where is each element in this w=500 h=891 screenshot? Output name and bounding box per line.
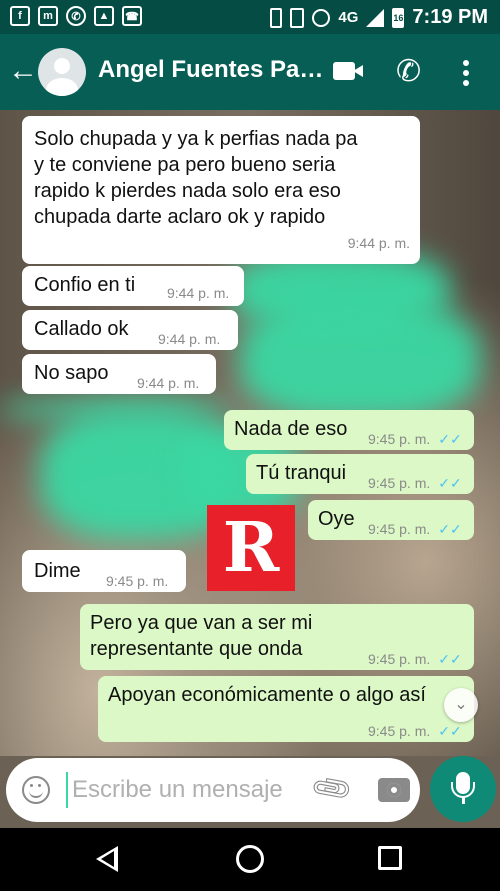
status-bar: f m ✆ ▲ ☎ 4G 16 7:19 PM [0, 0, 500, 34]
read-receipt-icon: ✓✓ [438, 521, 462, 537]
message-bubble[interactable]: Apoyan económicamente o algo así 9:45 p.… [98, 676, 474, 742]
chat-header: ← Angel Fuentes Pa… ✆ [0, 34, 500, 110]
camera-icon[interactable] [378, 778, 410, 802]
more-options-icon[interactable] [462, 60, 470, 86]
nav-home-icon[interactable] [236, 845, 264, 873]
phone-device-icon [270, 7, 283, 28]
mic-icon [451, 772, 475, 804]
network-type: 4G [338, 9, 359, 26]
message-time: 9:45 p. m. ✓✓ [368, 431, 462, 447]
messenger-icon: m [38, 6, 58, 26]
message-time: 9:44 p. m. [347, 235, 410, 251]
read-receipt-icon: ✓✓ [438, 651, 462, 667]
attach-icon[interactable]: 📎︎ [308, 765, 356, 812]
message-time: 9:45 p. m. ✓✓ [368, 521, 462, 537]
message-time: 9:45 p. m. ✓✓ [368, 723, 462, 739]
nav-recents-icon[interactable] [378, 846, 402, 870]
gallery-icon: ▲ [94, 6, 114, 26]
message-bubble[interactable]: Dime 9:45 p. m. [22, 550, 186, 592]
phone-icon: ☎ [122, 6, 142, 26]
avatar[interactable] [38, 48, 86, 96]
message-time: 9:44 p. m. [167, 285, 230, 301]
battery-icon: 16 [392, 7, 405, 28]
nav-back-icon[interactable] [96, 846, 118, 872]
read-receipt-icon: ✓✓ [438, 431, 462, 447]
whatsapp-icon: ✆ [66, 6, 86, 26]
vibrate-icon [290, 7, 305, 28]
watermark-logo: R [207, 505, 295, 591]
message-time: 9:44 p. m. [158, 331, 221, 347]
video-call-icon[interactable] [333, 62, 363, 80]
message-input[interactable] [66, 772, 314, 808]
message-bubble[interactable]: Confio en ti 9:44 p. m. [22, 266, 244, 306]
message-time: 9:45 p. m. ✓✓ [368, 475, 462, 491]
message-bubble[interactable]: Nada de eso 9:45 p. m. ✓✓ [224, 410, 474, 450]
message-input-container: 📎︎ [6, 758, 420, 822]
message-time: 9:44 p. m. [137, 375, 200, 391]
message-bubble[interactable]: Pero ya que van a ser mi representante q… [80, 604, 474, 670]
emoji-icon[interactable] [22, 776, 50, 804]
message-text: Solo chupada y ya k perfias nada pa y te… [34, 128, 358, 228]
alarm-icon [312, 8, 331, 27]
message-bubble[interactable]: No sapo 9:44 p. m. [22, 354, 216, 394]
voice-call-icon[interactable]: ✆ [396, 54, 421, 89]
navigation-bar [0, 828, 500, 891]
clock: 7:19 PM [412, 6, 488, 28]
voice-message-button[interactable] [430, 756, 496, 822]
message-time: 9:45 p. m. ✓✓ [368, 651, 462, 667]
scroll-down-icon[interactable]: ⌄ [444, 688, 478, 722]
message-bubble[interactable]: Oye 9:45 p. m. ✓✓ [308, 500, 474, 540]
facebook-icon: f [10, 6, 30, 26]
message-text: Apoyan económicamente o algo así [108, 684, 426, 706]
message-bubble[interactable]: Tú tranqui 9:45 p. m. ✓✓ [246, 454, 474, 494]
contact-name[interactable]: Angel Fuentes Pa… [98, 56, 323, 84]
message-bubble[interactable]: Callado ok 9:44 p. m. [22, 310, 238, 350]
read-receipt-icon: ✓✓ [438, 475, 462, 491]
message-bubble[interactable]: Solo chupada y ya k perfias nada pa y te… [22, 116, 420, 264]
chat-area[interactable]: Solo chupada y ya k perfias nada pa y te… [0, 110, 500, 756]
message-time: 9:45 p. m. [106, 573, 169, 589]
back-arrow-icon[interactable]: ← [8, 56, 38, 86]
message-composer: 📎︎ [0, 756, 500, 828]
read-receipt-icon: ✓✓ [438, 723, 462, 739]
signal-icon [366, 8, 385, 27]
censor-blur [240, 300, 480, 420]
